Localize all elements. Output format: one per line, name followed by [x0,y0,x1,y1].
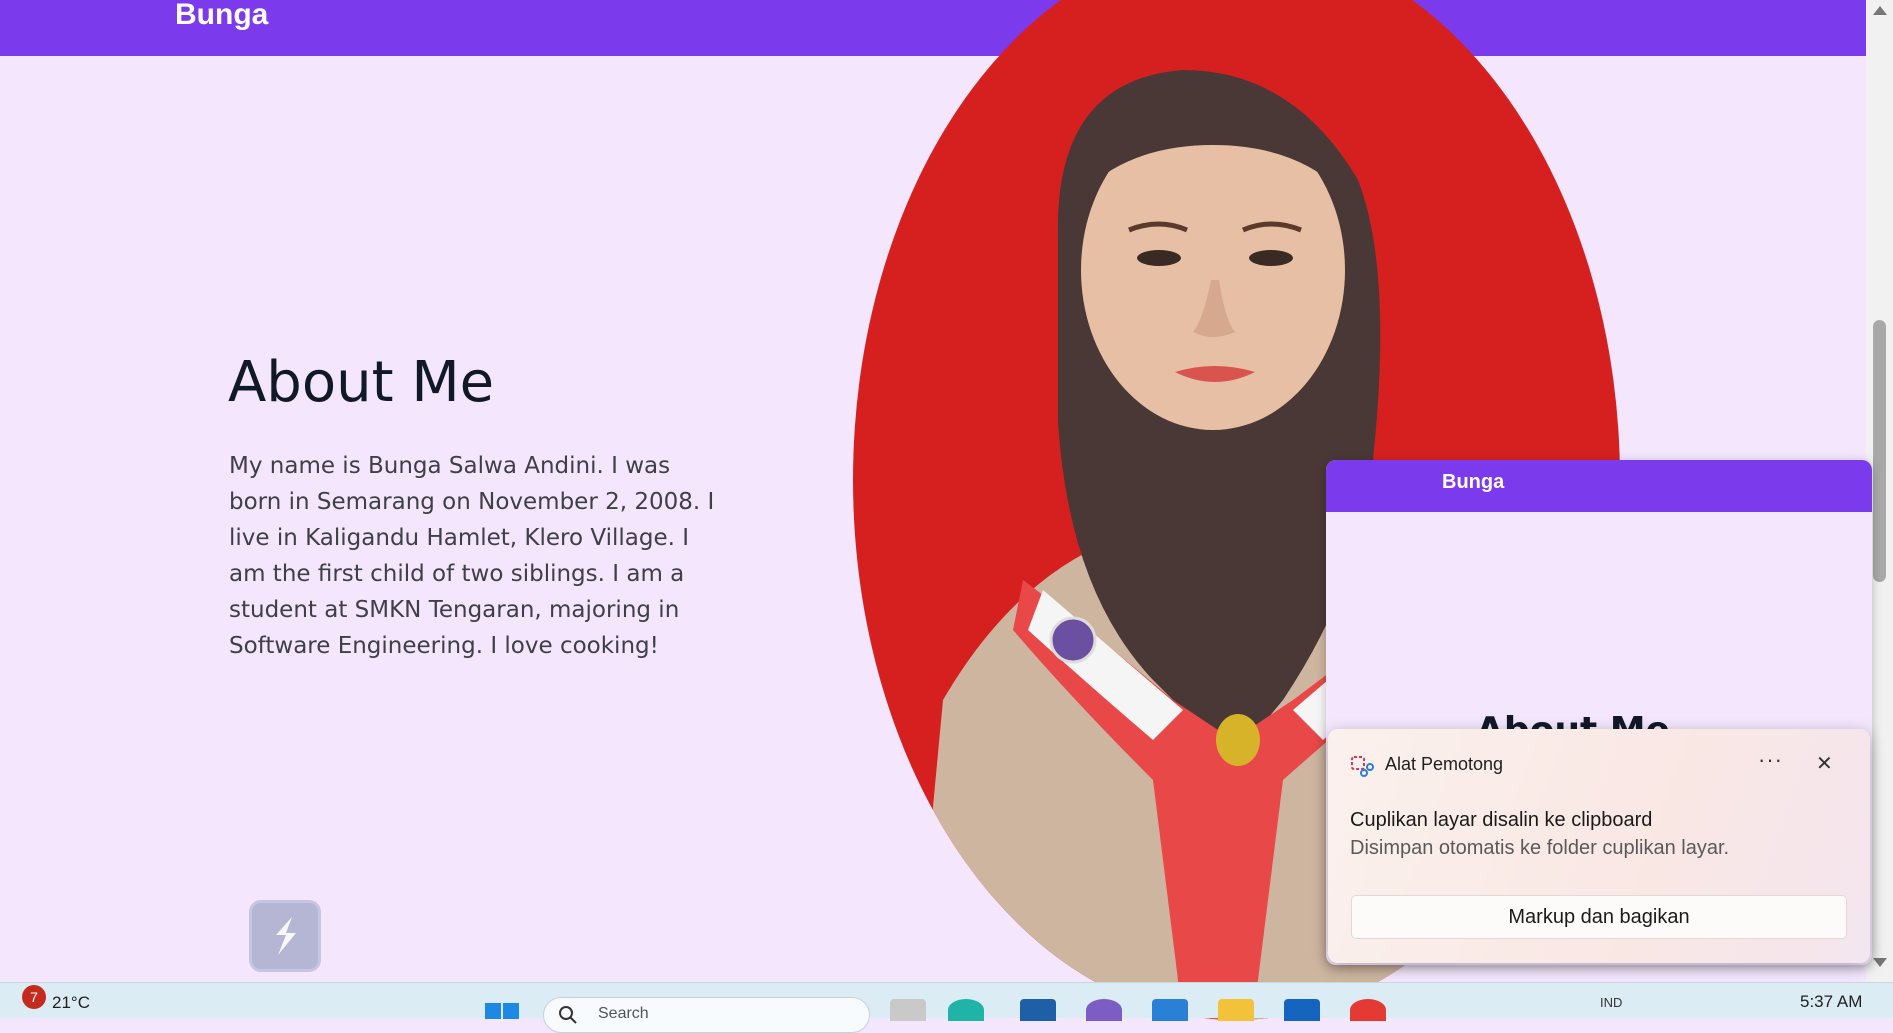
taskbar-clock[interactable]: 5:37 AM [1800,992,1862,1012]
preview-navbar: Bunga [1326,460,1872,512]
close-icon[interactable]: ✕ [1816,751,1833,776]
scroll-up-arrow-icon[interactable] [1873,6,1887,15]
toast-app-name: Alat Pemotong [1385,754,1504,774]
store-icon[interactable] [1020,999,1056,1021]
search-icon [559,1006,577,1024]
file-explorer-icon[interactable] [1218,999,1254,1021]
scroll-down-arrow-icon[interactable] [1873,958,1887,967]
weather-temperature[interactable]: 21°C [52,993,90,1013]
preview-brand: Bunga [1442,471,1505,493]
snipping-tool-notification[interactable]: Alat Pemotong ··· ✕ Cuplikan layar disal… [1328,729,1870,963]
scroll-thumb[interactable] [1873,320,1886,582]
lightning-s-icon [276,917,296,955]
more-options-icon[interactable]: ··· [1758,747,1783,773]
weather-alert-badge[interactable]: 7 [22,985,46,1009]
taskbar-search-box[interactable]: Search [543,997,870,1033]
taskbar: 7 21°C Search IND 5:37 AM [0,982,1893,1033]
app-icon[interactable] [1284,999,1320,1021]
edge-browser-icon[interactable] [948,999,984,1021]
vscode-icon[interactable] [1152,999,1188,1021]
windows-start-icon[interactable] [485,1003,521,1023]
brand-logo[interactable]: Bunga [175,0,268,32]
markup-and-share-button[interactable]: Markup dan bagikan [1351,895,1847,939]
search-placeholder: Search [598,1005,649,1022]
about-text: My name is Bunga Salwa Andini. I was bor… [229,453,715,659]
task-view-icon[interactable] [890,999,926,1021]
toast-subtext: Disimpan otomatis ke folder cuplikan lay… [1350,837,1730,859]
chrome-icon[interactable] [1350,999,1386,1021]
about-title: About Me [228,350,495,415]
floating-app-icon[interactable] [249,900,321,972]
language-indicator[interactable]: IND [1600,995,1622,1010]
copilot-icon[interactable] [1086,999,1122,1021]
toast-heading: Cuplikan layar disalin ke clipboard [1350,809,1653,831]
snipping-tool-icon [1351,756,1374,777]
